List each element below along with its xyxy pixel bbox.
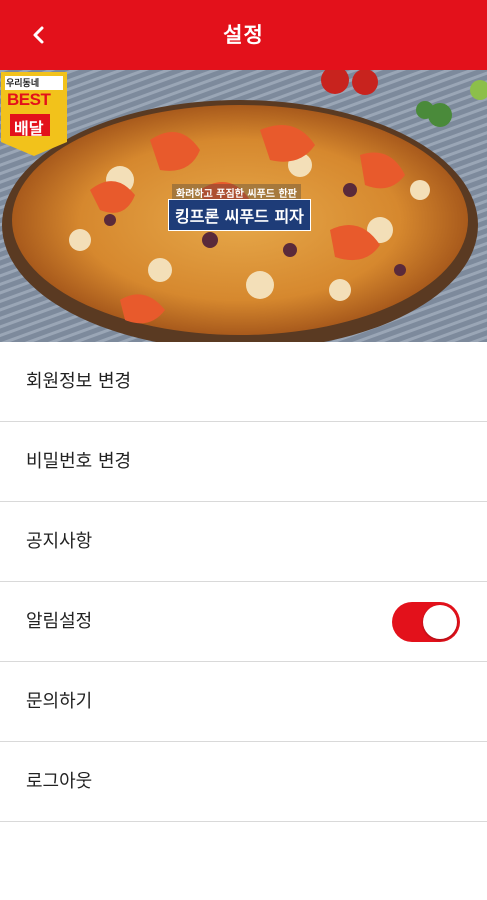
badge-best-text: BEST bbox=[7, 90, 51, 109]
menu-item-label: 회원정보 변경 bbox=[26, 371, 132, 392]
menu-item-logout[interactable]: 로그아웃 bbox=[0, 742, 487, 822]
menu-item-label: 비밀번호 변경 bbox=[26, 451, 132, 472]
menu-item-label: 로그아웃 bbox=[26, 771, 93, 792]
settings-menu: 회원정보 변경 비밀번호 변경 공지사항 알림설정 문의하기 로그아웃 bbox=[0, 342, 487, 822]
menu-item-inquiry[interactable]: 문의하기 bbox=[0, 662, 487, 742]
promo-title: 킹프론 씨푸드 피자 bbox=[168, 199, 311, 231]
menu-item-label: 공지사항 bbox=[26, 531, 93, 552]
menu-item-profile[interactable]: 회원정보 변경 bbox=[0, 342, 487, 422]
toggle-knob bbox=[423, 605, 457, 639]
app-header: 설정 bbox=[0, 0, 487, 70]
menu-item-notifications: 알림설정 bbox=[0, 582, 487, 662]
menu-item-label: 알림설정 bbox=[26, 611, 93, 632]
promo-banner[interactable]: 우리동네 BEST 배달 화려하고 푸짐한 씨푸드 한판 킹프론 씨푸드 피자 bbox=[0, 70, 487, 342]
menu-item-notice[interactable]: 공지사항 bbox=[0, 502, 487, 582]
menu-item-password[interactable]: 비밀번호 변경 bbox=[0, 422, 487, 502]
badge-deal-text: 배달 bbox=[14, 119, 44, 138]
badge-top-text: 우리동네 bbox=[6, 79, 40, 89]
page-title: 설정 bbox=[223, 23, 264, 47]
notification-toggle[interactable] bbox=[392, 602, 460, 642]
menu-item-label: 문의하기 bbox=[26, 691, 93, 712]
